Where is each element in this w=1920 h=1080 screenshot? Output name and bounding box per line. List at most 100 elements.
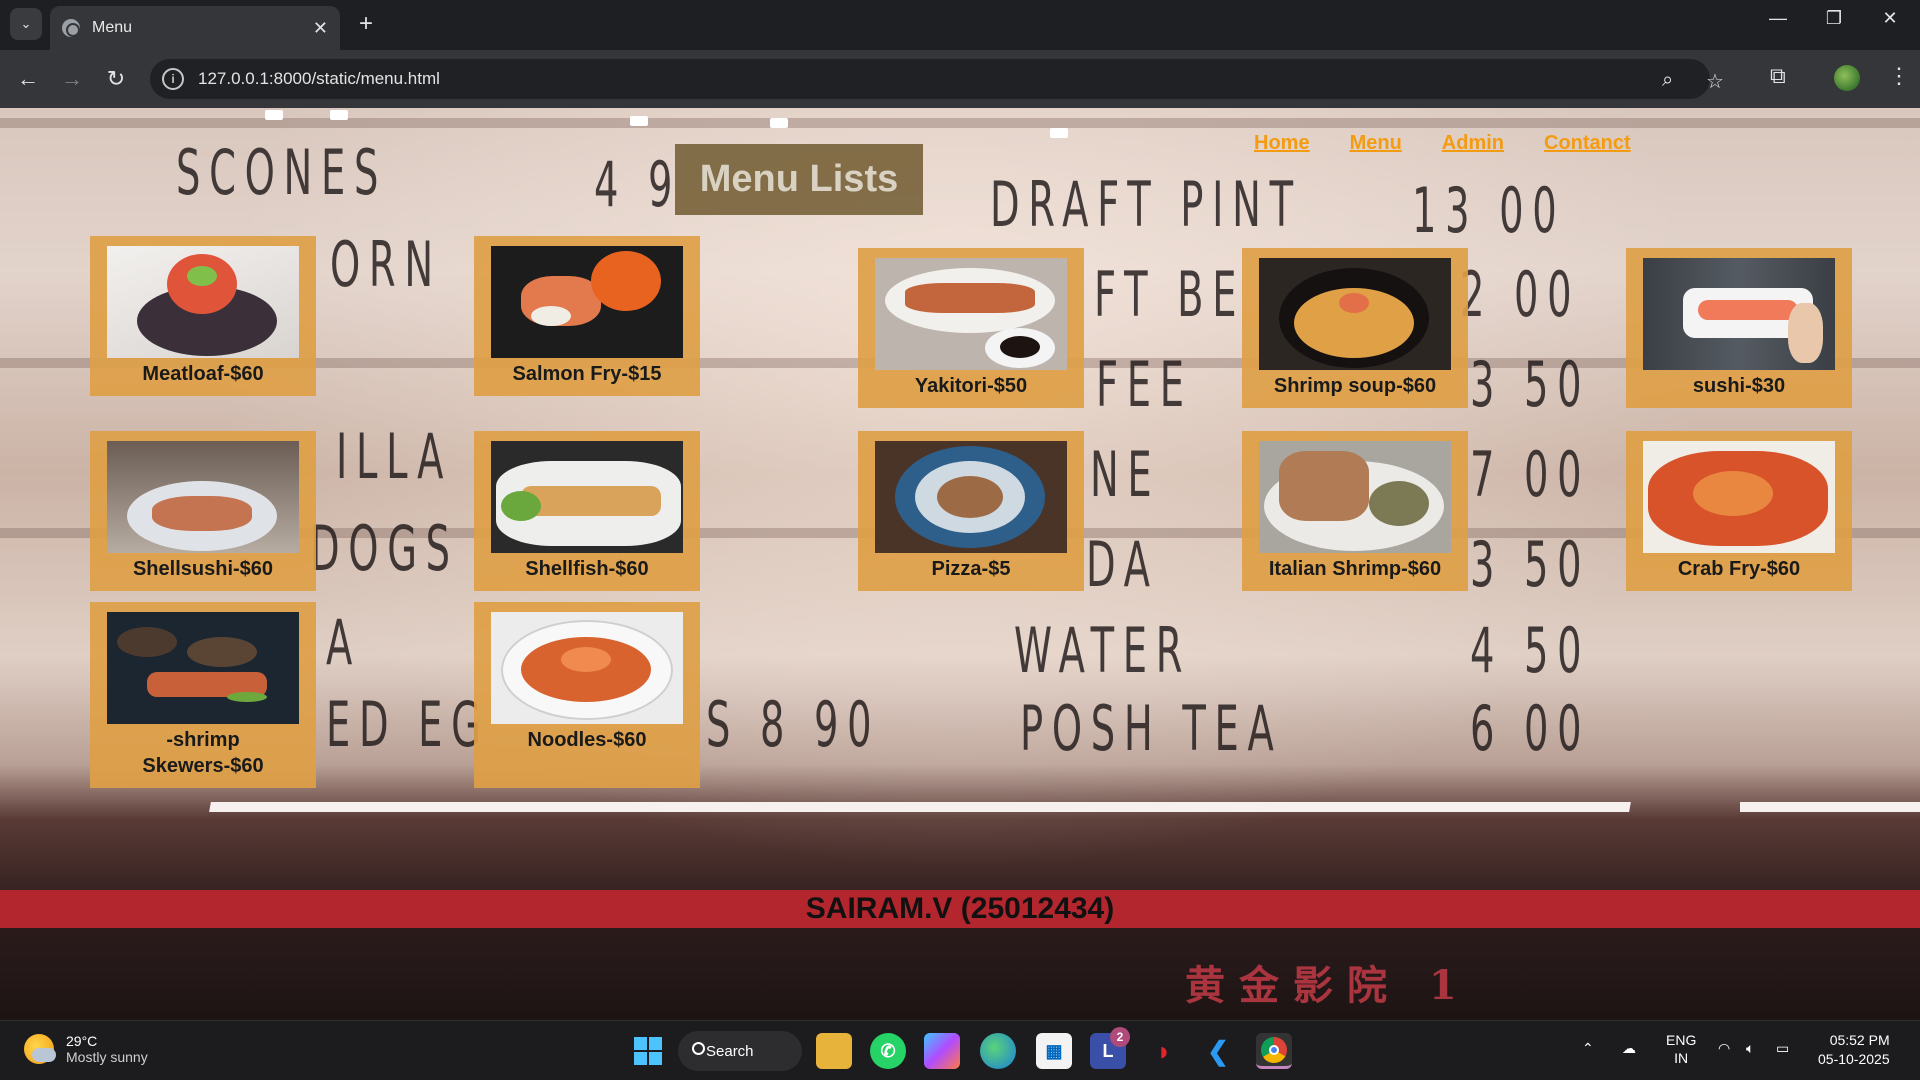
copilot-icon[interactable] bbox=[924, 1033, 960, 1069]
start-button[interactable] bbox=[630, 1033, 666, 1069]
menu-item-card[interactable]: Italian Shrimp-$60 bbox=[1242, 431, 1468, 591]
browser-toolbar: ← → ↻ i 127.0.0.1:8000/static/menu.html … bbox=[0, 50, 1920, 108]
chrome-icon[interactable] bbox=[1256, 1033, 1292, 1069]
tab-title: Menu bbox=[92, 19, 133, 36]
board-shelf bbox=[1740, 802, 1920, 812]
close-window-button[interactable]: ✕ bbox=[1870, 8, 1910, 29]
menu-item-card[interactable]: sushi-$30 bbox=[1626, 248, 1852, 408]
menu-item-card[interactable]: Meatloaf-$60 bbox=[90, 236, 316, 396]
bookmark-star-icon[interactable]: ☆ bbox=[1706, 69, 1724, 94]
new-tab-button[interactable]: + bbox=[352, 10, 380, 38]
extensions-icon[interactable]: ⧉ bbox=[1770, 63, 1786, 89]
minimize-button[interactable]: — bbox=[1758, 8, 1798, 29]
nav-link-contact[interactable]: Contanct bbox=[1544, 132, 1631, 155]
board-stripe bbox=[0, 118, 1920, 128]
wifi-icon[interactable]: ◠ bbox=[1718, 1039, 1730, 1057]
tab-search-button[interactable]: ⌄ bbox=[10, 8, 42, 40]
volume-icon[interactable]: 🔈︎ bbox=[1746, 1039, 1754, 1057]
show-hidden-icons[interactable]: ⌃ bbox=[1582, 1039, 1594, 1057]
food-image bbox=[1643, 258, 1835, 370]
battery-icon[interactable]: ▭ bbox=[1776, 1039, 1789, 1057]
address-bar[interactable]: i 127.0.0.1:8000/static/menu.html ⌕ ☆ bbox=[150, 59, 1724, 99]
board-text: S 8 90 bbox=[706, 688, 881, 761]
board-text: 4 50 bbox=[1470, 614, 1591, 687]
food-image bbox=[107, 441, 299, 553]
menu-item-caption: Shellfish-$60 bbox=[525, 558, 649, 580]
clock-date: 05-10-2025 bbox=[1818, 1051, 1890, 1067]
board-text: 13 00 bbox=[1412, 174, 1566, 247]
food-image bbox=[491, 612, 683, 724]
arrow-left-icon: ← bbox=[17, 66, 39, 91]
menu-item-caption: Meatloaf-$60 bbox=[142, 363, 264, 385]
board-text: ED EG bbox=[326, 688, 490, 761]
file-explorer-icon[interactable] bbox=[816, 1033, 852, 1069]
food-image bbox=[875, 441, 1067, 553]
board-text: 4 9 bbox=[594, 148, 682, 221]
reload-button[interactable]: ↻ bbox=[100, 63, 132, 95]
menu-item-card[interactable]: Noodles-$60 bbox=[474, 602, 700, 788]
food-image bbox=[875, 258, 1067, 370]
edge-icon[interactable] bbox=[980, 1033, 1016, 1069]
restore-button[interactable]: ❐ bbox=[1814, 8, 1854, 29]
menu-item-card[interactable]: -shrimp Skewers-$60 bbox=[90, 602, 316, 788]
weather-temperature: 29°C bbox=[66, 1033, 98, 1049]
globe-icon bbox=[62, 19, 80, 37]
board-text: DA bbox=[1086, 528, 1159, 601]
lenovo-app-icon[interactable]: L 2 bbox=[1090, 1027, 1130, 1069]
onedrive-icon[interactable]: ☁ bbox=[1622, 1039, 1636, 1057]
menu-item-card[interactable]: Crab Fry-$60 bbox=[1626, 431, 1852, 591]
ceiling-light bbox=[630, 116, 648, 126]
food-image bbox=[107, 612, 299, 724]
zoom-icon[interactable]: ⌕ bbox=[1662, 69, 1673, 92]
footer-bar: SAIRAM.V (25012434) bbox=[0, 890, 1920, 928]
close-tab-icon[interactable]: ✕ bbox=[313, 18, 328, 39]
back-button[interactable]: ← bbox=[12, 63, 44, 95]
search-label: Search bbox=[706, 1042, 754, 1060]
board-text: ORN bbox=[330, 228, 442, 301]
board-text: 2 00 bbox=[1460, 258, 1581, 331]
windows-taskbar: 29°C Mostly sunny Search ✆ ▦ L 2 ◗ ❮ ⌃ ☁… bbox=[0, 1020, 1920, 1080]
food-image bbox=[1259, 258, 1451, 370]
vscode-icon[interactable]: ❮ bbox=[1200, 1033, 1236, 1069]
menu-item-card[interactable]: Yakitori-$50 bbox=[858, 248, 1084, 408]
browser-tab[interactable]: Menu ✕ bbox=[50, 6, 340, 50]
menu-item-card[interactable]: Shellsushi-$60 bbox=[90, 431, 316, 591]
arrow-right-icon: → bbox=[61, 66, 83, 91]
chevron-down-icon: ⌄ bbox=[20, 16, 32, 31]
menu-item-card[interactable]: Pizza-$5 bbox=[858, 431, 1084, 591]
profile-avatar[interactable] bbox=[1834, 65, 1860, 91]
menu-page: SCONES 4 9 DRAFT PINT 13 00 ORN FT BE 2 … bbox=[0, 108, 1920, 1020]
ceiling-light bbox=[330, 110, 348, 120]
food-image bbox=[491, 441, 683, 553]
menu-item-card[interactable]: Shrimp soup-$60 bbox=[1242, 248, 1468, 408]
ceiling-light bbox=[265, 110, 283, 120]
board-text: 7 00 bbox=[1470, 438, 1591, 511]
site-info-icon[interactable]: i bbox=[162, 68, 184, 90]
more-menu-icon[interactable]: ⋮ bbox=[1888, 63, 1910, 89]
site-nav: Home Menu Admin Contanct bbox=[1254, 132, 1671, 155]
mcafee-icon[interactable]: ◗ bbox=[1146, 1033, 1182, 1069]
weather-widget[interactable]: 29°C Mostly sunny bbox=[24, 1033, 148, 1065]
menu-item-card[interactable]: Shellfish-$60 bbox=[474, 431, 700, 591]
menu-item-card[interactable]: Salmon Fry-$15 bbox=[474, 236, 700, 396]
nav-link-home[interactable]: Home bbox=[1254, 132, 1310, 155]
microsoft-store-icon[interactable]: ▦ bbox=[1036, 1033, 1072, 1069]
board-text: NE bbox=[1090, 438, 1161, 511]
clock-time: 05:52 PM bbox=[1829, 1032, 1890, 1048]
whatsapp-icon[interactable]: ✆ bbox=[870, 1033, 906, 1069]
search-icon bbox=[692, 1042, 705, 1055]
language-code: ENG bbox=[1666, 1032, 1697, 1048]
board-text: FT BE bbox=[1094, 258, 1246, 331]
menu-item-caption: Italian Shrimp-$60 bbox=[1268, 558, 1442, 580]
nav-link-menu[interactable]: Menu bbox=[1350, 132, 1402, 155]
menu-item-caption: Crab Fry-$60 bbox=[1677, 558, 1801, 580]
system-clock[interactable]: 05:52 PM 05-10-2025 bbox=[1818, 1031, 1890, 1069]
forward-button[interactable]: → bbox=[56, 63, 88, 95]
ceiling-light bbox=[770, 118, 788, 128]
taskbar-search[interactable]: Search bbox=[678, 1031, 802, 1071]
language-indicator[interactable]: ENG IN bbox=[1666, 1031, 1696, 1067]
nav-link-admin[interactable]: Admin bbox=[1442, 132, 1504, 155]
board-text: WATER bbox=[1014, 614, 1192, 687]
board-text: SCONES bbox=[176, 136, 388, 209]
board-text: ILLA bbox=[336, 420, 453, 493]
